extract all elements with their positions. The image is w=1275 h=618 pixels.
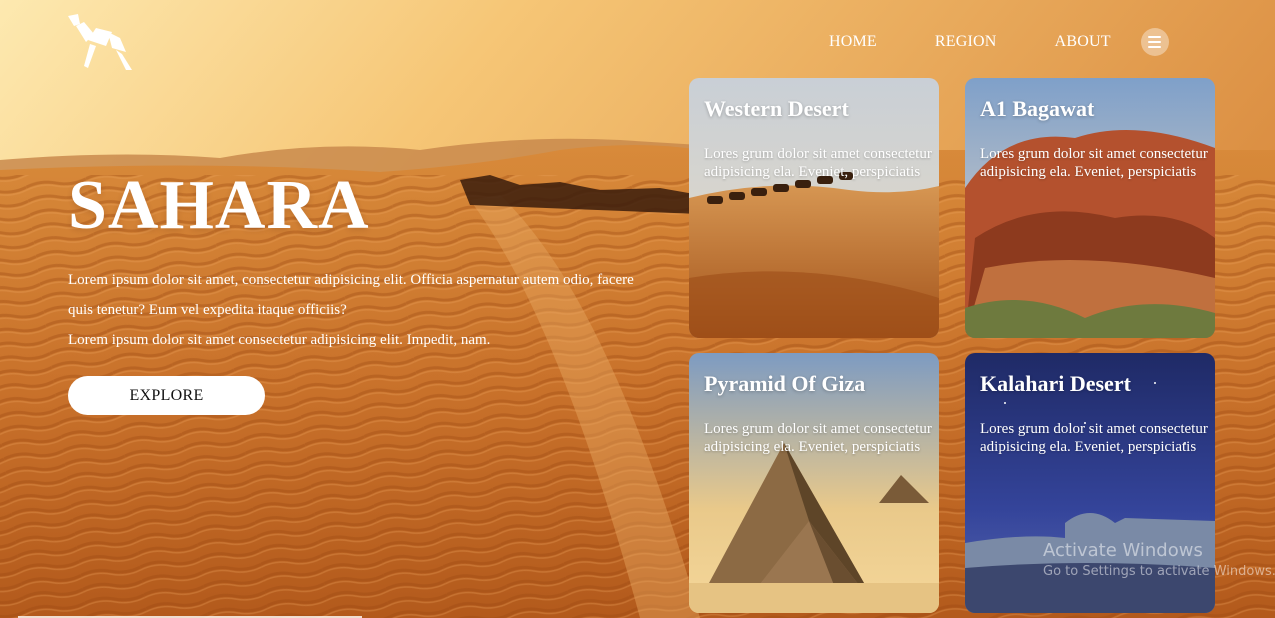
card-a1-bagawat[interactable]: A1 Bagawat Lores grum dolor sit amet con… <box>965 78 1215 338</box>
watermark-title: Activate Windows <box>1043 540 1203 561</box>
card-title: A1 Bagawat <box>980 96 1095 121</box>
hero-description: Lorem ipsum dolor sit amet, consectetur … <box>68 265 658 355</box>
nav-home[interactable]: HOME <box>829 33 877 51</box>
watermark-subtitle: Go to Settings to activate Windows. <box>1043 564 1275 579</box>
activate-windows-watermark: Activate Windows Go to Settings to activ… <box>1043 540 1275 579</box>
card-title: Pyramid Of Giza <box>704 371 866 396</box>
card-pyramid-of-giza[interactable]: Pyramid Of Giza Lores grum dolor sit ame… <box>689 353 939 613</box>
card-text: Lores grum dolor sit amet consectetur ad… <box>704 146 932 180</box>
nav-about[interactable]: ABOUT <box>1055 33 1111 51</box>
explore-button[interactable]: EXPLORE <box>68 376 265 415</box>
hero-title: SAHARA <box>68 167 370 244</box>
card-text: Lores grum dolor sit amet consectetur ad… <box>980 146 1208 180</box>
hero-paragraph: Lorem ipsum dolor sit amet consectetur a… <box>68 332 491 348</box>
card-text: Lores grum dolor sit amet consectetur ad… <box>980 421 1208 455</box>
top-nav: HOME REGION ABOUT <box>800 28 1169 56</box>
card-text: Lores grum dolor sit amet consectetur ad… <box>704 421 932 455</box>
logo-icon[interactable] <box>66 14 134 72</box>
card-western-desert[interactable]: Western Desert Lores grum dolor sit amet… <box>689 78 939 338</box>
hero-paragraph: Lorem ipsum dolor sit amet, consectetur … <box>68 272 634 318</box>
card-title: Kalahari Desert <box>980 371 1131 396</box>
nav-region[interactable]: REGION <box>935 33 997 51</box>
card-title: Western Desert <box>704 96 849 121</box>
hamburger-icon[interactable] <box>1140 28 1169 56</box>
